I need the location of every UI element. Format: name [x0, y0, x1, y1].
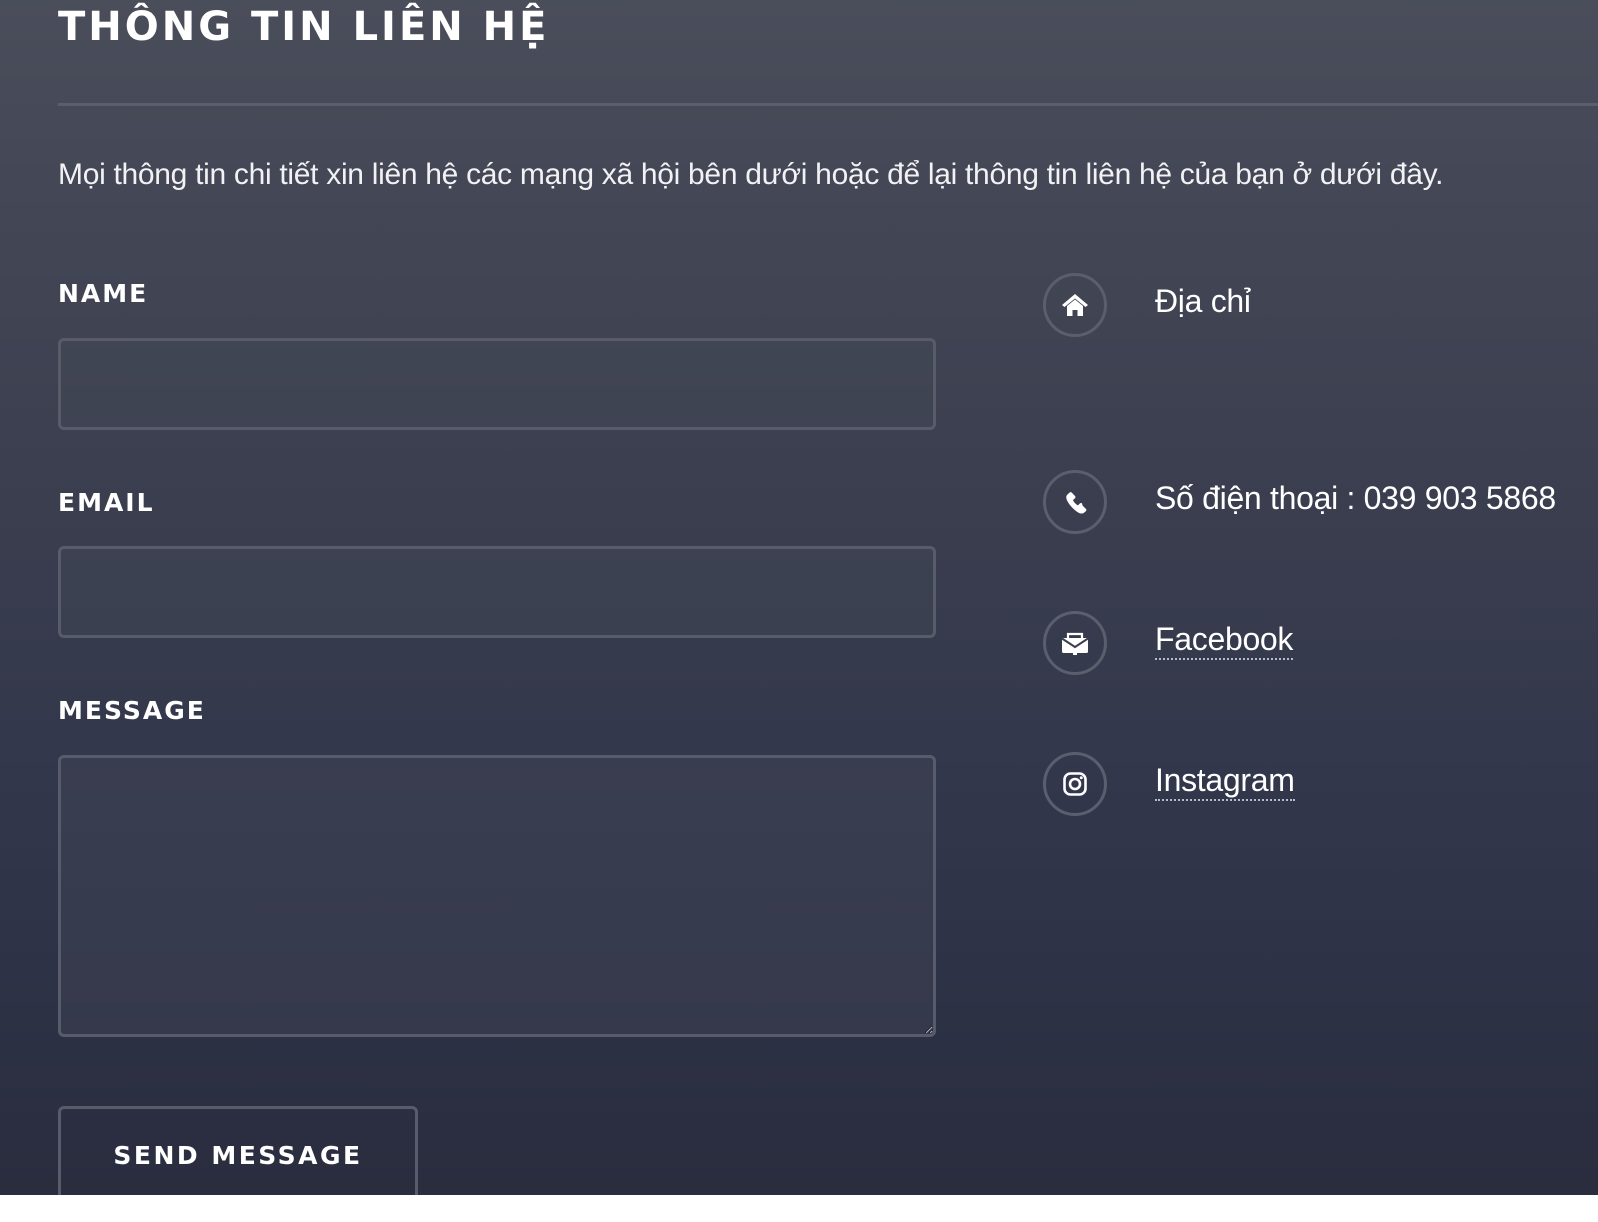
- message-label: MESSAGE: [58, 696, 206, 725]
- facebook-link[interactable]: Facebook: [1155, 621, 1293, 660]
- instagram-icon: [1043, 752, 1107, 816]
- name-label: NAME: [58, 279, 149, 308]
- page-bottom-edge: [0, 1195, 1598, 1222]
- instagram-text-wrap: Instagram: [1155, 762, 1295, 801]
- mail-icon: [1043, 611, 1107, 675]
- phone-number: Số điện thoại : 039 903 5868: [1155, 480, 1556, 516]
- page-title: THÔNG TIN LIÊN HỆ: [58, 4, 550, 50]
- facebook-text-wrap: Facebook: [1155, 621, 1293, 660]
- address-label: Địa chỉ: [1155, 283, 1251, 319]
- title-divider: [58, 103, 1598, 106]
- message-textarea[interactable]: [58, 755, 936, 1037]
- email-label: EMAIL: [58, 488, 155, 517]
- home-icon: [1043, 273, 1107, 337]
- name-input[interactable]: [58, 338, 936, 430]
- intro-text: Mọi thông tin chi tiết xin liên hệ các m…: [58, 158, 1444, 191]
- phone-icon: [1043, 470, 1107, 534]
- email-input[interactable]: [58, 546, 936, 638]
- contact-section: THÔNG TIN LIÊN HỆ Mọi thông tin chi tiết…: [0, 0, 1598, 1222]
- send-message-button[interactable]: SEND MESSAGE: [58, 1106, 418, 1206]
- instagram-link[interactable]: Instagram: [1155, 762, 1295, 801]
